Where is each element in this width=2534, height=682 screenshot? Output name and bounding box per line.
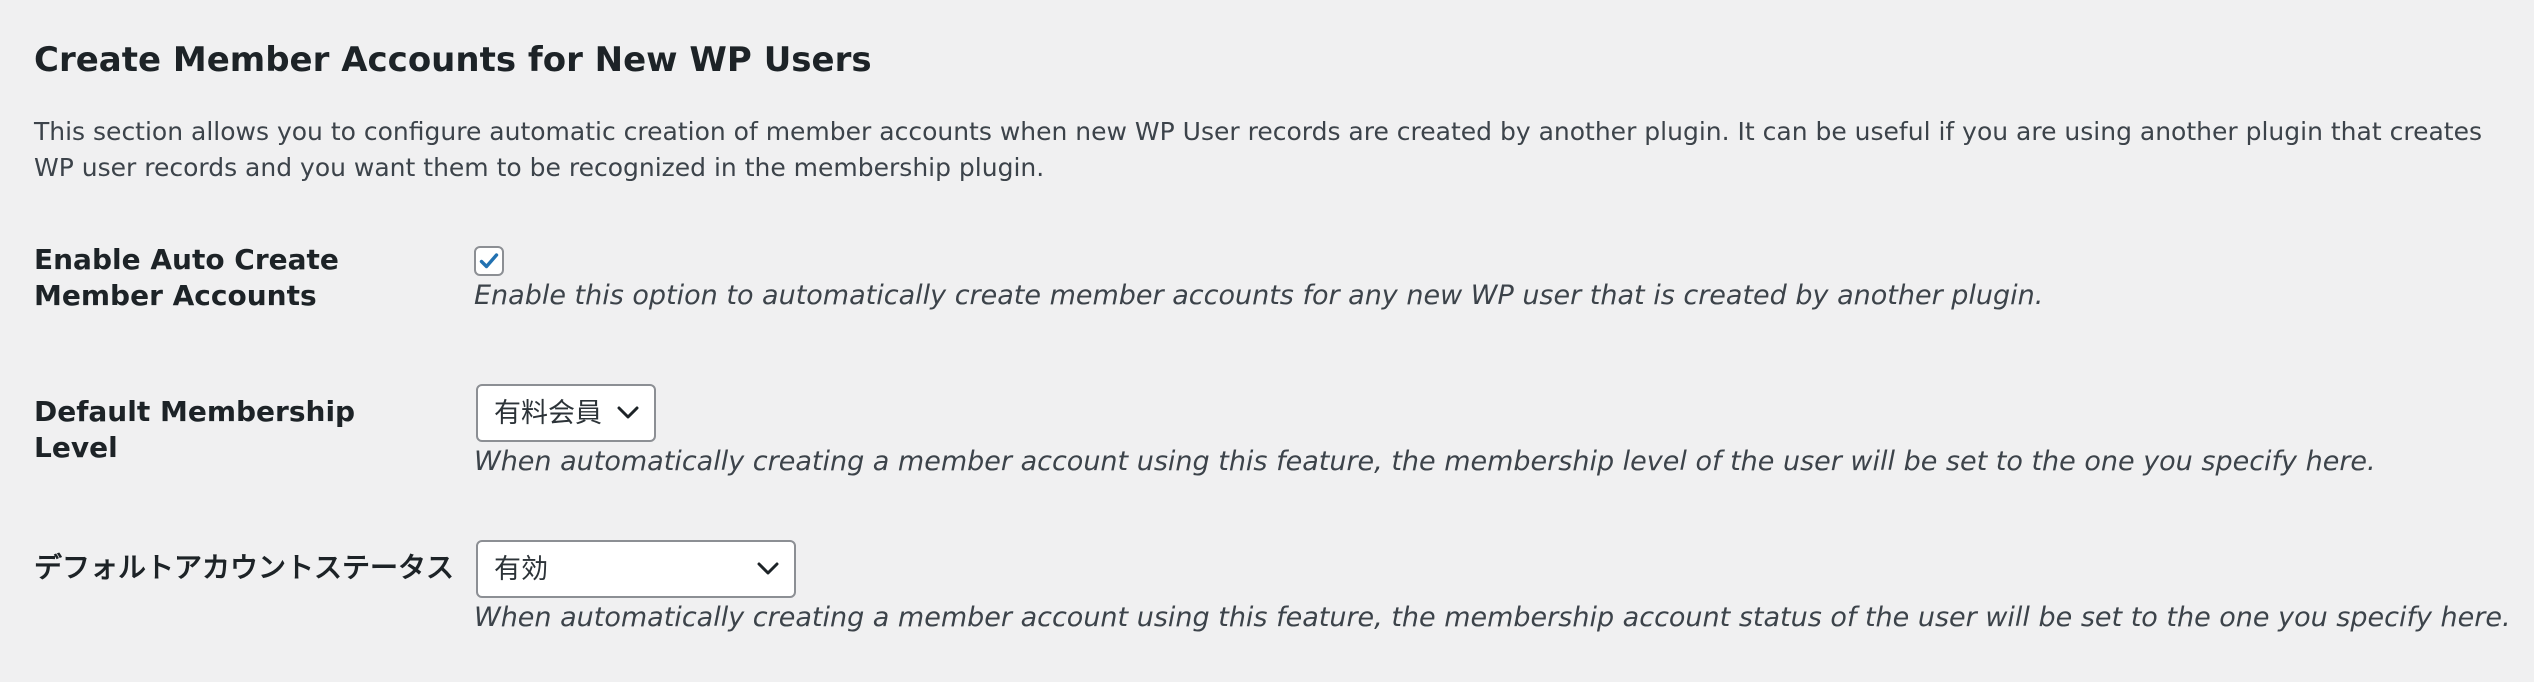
enable-auto-create-label: Enable Auto Create Member Accounts	[34, 243, 339, 312]
default-account-status-value: 有効	[494, 554, 548, 585]
check-icon	[479, 253, 499, 269]
default-account-status-description: When automatically creating a member acc…	[474, 602, 2511, 633]
enable-auto-create-checkbox[interactable]	[474, 246, 504, 276]
default-membership-level-value: 有料会員	[494, 398, 602, 429]
section-title: Create Member Accounts for New WP Users	[34, 40, 872, 80]
enable-auto-create-description: Enable this option to automatically crea…	[474, 280, 2044, 311]
chevron-down-icon	[617, 406, 639, 419]
chevron-down-icon	[757, 562, 779, 575]
default-membership-level-description: When automatically creating a member acc…	[474, 446, 2376, 477]
default-membership-level-label: Default Membership Level	[34, 395, 356, 464]
default-account-status-select[interactable]: 有効	[476, 540, 796, 598]
settings-page: Create Member Accounts for New WP Users …	[0, 0, 2534, 682]
section-description: This section allows you to configure aut…	[34, 117, 2482, 182]
default-membership-level-select[interactable]: 有料会員	[476, 384, 656, 442]
default-account-status-label: デフォルトアカウントステータス	[34, 551, 455, 584]
